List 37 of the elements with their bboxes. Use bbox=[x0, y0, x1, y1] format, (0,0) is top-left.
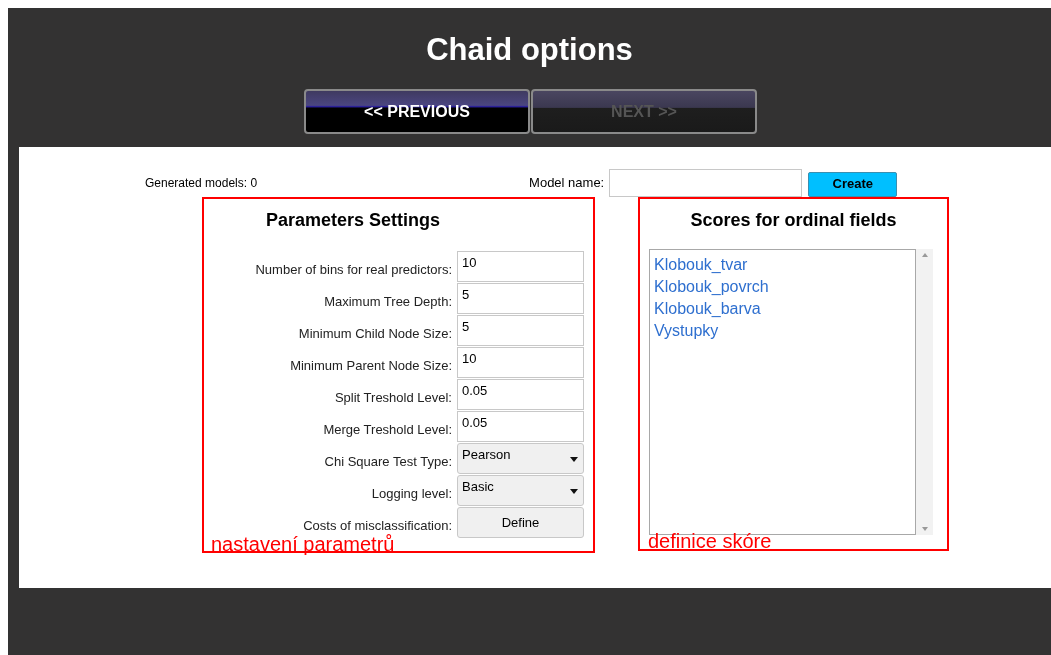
section-title: Parameters Settings bbox=[266, 209, 442, 232]
parameter-label: Merge Treshold Level: bbox=[323, 420, 452, 439]
value-field[interactable]: 5 bbox=[457, 283, 584, 314]
annotation-text: definice skóre bbox=[648, 529, 773, 553]
list-item[interactable]: Klobouk_tvar bbox=[654, 254, 915, 276]
list-item[interactable]: Klobouk_povrch bbox=[654, 276, 915, 298]
parameter-label: Logging level: bbox=[371, 484, 452, 503]
list-item[interactable]: Vystupky bbox=[654, 320, 915, 342]
define-button[interactable]: Define bbox=[457, 507, 584, 538]
dropdown[interactable]: Basic bbox=[457, 475, 584, 506]
value-field[interactable]: 10 bbox=[457, 251, 584, 282]
parameter-label: Costs of misclassification: bbox=[303, 516, 452, 534]
parameter-label: Chi Square Test Type: bbox=[324, 452, 452, 471]
annotation-text: nastavení parametrů bbox=[211, 532, 396, 556]
dropdown[interactable]: Pearson bbox=[457, 443, 584, 474]
scroll-down-icon[interactable] bbox=[921, 527, 928, 531]
section-title: Scores for ordinal fields bbox=[690, 209, 897, 232]
value-field[interactable]: 10 bbox=[457, 347, 584, 378]
parameter-label: Maximum Tree Depth: bbox=[324, 292, 452, 311]
model-name-field[interactable] bbox=[609, 169, 803, 197]
parameter-label: Minimum Child Node Size: bbox=[298, 324, 452, 343]
nav-button[interactable]: << PREVIOUS bbox=[304, 89, 530, 134]
value-field[interactable]: 0.05 bbox=[457, 411, 584, 442]
generated-models-count: Generated models: 0 bbox=[145, 175, 258, 192]
list-item[interactable]: Klobouk_barva bbox=[654, 298, 915, 320]
value-field[interactable]: 5 bbox=[457, 315, 584, 346]
value-field[interactable]: 0.05 bbox=[457, 379, 584, 410]
window-title: Chaid options bbox=[426, 31, 633, 70]
scroll-up-icon[interactable] bbox=[921, 253, 928, 257]
parameter-label: Minimum Parent Node Size: bbox=[290, 356, 452, 375]
scrollbar[interactable] bbox=[916, 249, 933, 535]
parameter-label: Number of bins for real predictors: bbox=[255, 260, 452, 279]
parameter-label: Split Treshold Level: bbox=[334, 388, 452, 407]
dropdown-arrow-icon bbox=[570, 489, 578, 494]
create-button[interactable]: Create bbox=[808, 171, 898, 197]
model-name-label: Model name: bbox=[529, 174, 605, 193]
dropdown-arrow-icon bbox=[570, 457, 578, 462]
